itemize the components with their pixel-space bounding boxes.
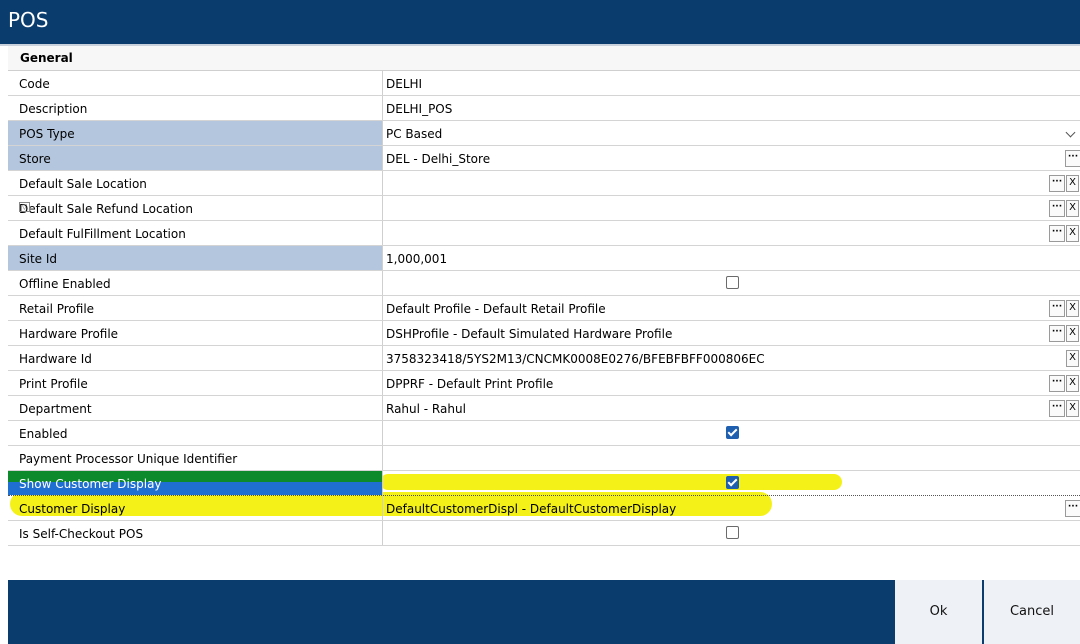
- ok-button[interactable]: Ok: [895, 580, 982, 644]
- store-lookup-button[interactable]: ···: [1065, 150, 1080, 167]
- default-sale-location-clear-button[interactable]: X: [1066, 175, 1079, 192]
- field-label: Is Self-Checkout POS: [8, 521, 383, 545]
- department-field[interactable]: Rahul - Rahul ··· X: [383, 396, 1080, 420]
- description-field[interactable]: DELHI_POS: [383, 96, 1080, 120]
- row-code[interactable]: Code DELHI: [8, 71, 1080, 96]
- print-profile-field[interactable]: DPPRF - Default Print Profile ··· X: [383, 371, 1080, 395]
- default-sale-location-lookup-button[interactable]: ···: [1049, 175, 1065, 192]
- default-fulfillment-location-field[interactable]: ··· X: [383, 221, 1080, 245]
- field-label: Code: [8, 71, 383, 95]
- offline-enabled-checkbox[interactable]: [726, 276, 739, 289]
- row-is-self-checkout-pos[interactable]: Is Self-Checkout POS: [8, 521, 1080, 546]
- field-label: Description: [8, 96, 383, 120]
- row-site-id[interactable]: Site Id 1,000,001: [8, 246, 1080, 271]
- field-label: Department: [8, 396, 383, 420]
- show-customer-display-checkbox[interactable]: [726, 476, 739, 489]
- field-label: Site Id: [8, 246, 383, 270]
- hardware-profile-lookup-button[interactable]: ···: [1049, 325, 1065, 342]
- is-self-checkout-pos-checkbox[interactable]: [726, 526, 739, 539]
- property-grid: General Code DELHI Description DELHI_POS…: [8, 46, 1080, 546]
- enabled-cell: [383, 421, 1080, 445]
- window-titlebar: POS: [0, 0, 1080, 44]
- field-label: Show Customer Display: [8, 471, 383, 495]
- row-show-customer-display[interactable]: Show Customer Display: [8, 471, 1080, 496]
- hardware-id-clear-button[interactable]: X: [1066, 350, 1079, 367]
- store-field[interactable]: DEL - Delhi_Store ···: [383, 146, 1080, 170]
- row-default-sale-refund-location[interactable]: Default Sale Refund Location ▽ ··· X: [8, 196, 1080, 221]
- hardware-id-field[interactable]: 3758323418/5YS2M13/CNCMK0008E0276/BFEBFB…: [383, 346, 1080, 370]
- code-field[interactable]: DELHI: [383, 71, 1080, 95]
- row-offline-enabled[interactable]: Offline Enabled: [8, 271, 1080, 296]
- offline-enabled-cell: [383, 271, 1080, 295]
- row-default-sale-location[interactable]: Default Sale Location ··· X: [8, 171, 1080, 196]
- row-customer-display[interactable]: Customer Display DefaultCustomerDispl - …: [8, 496, 1080, 521]
- print-profile-lookup-button[interactable]: ···: [1049, 375, 1065, 392]
- field-label: POS Type: [8, 121, 383, 145]
- default-sale-refund-location-field[interactable]: ··· X: [383, 196, 1080, 220]
- site-id-field[interactable]: 1,000,001: [383, 246, 1080, 270]
- customer-display-field[interactable]: DefaultCustomerDispl - DefaultCustomerDi…: [383, 496, 1080, 520]
- field-label: Default FulFillment Location: [8, 221, 383, 245]
- field-label: Print Profile: [8, 371, 383, 395]
- field-label: Store: [8, 146, 383, 170]
- filter-icon[interactable]: ▽: [19, 202, 30, 212]
- row-default-fulfillment-location[interactable]: Default FulFillment Location ··· X: [8, 221, 1080, 246]
- default-sale-refund-location-lookup-button[interactable]: ···: [1049, 200, 1065, 217]
- field-label: Hardware Id: [8, 346, 383, 370]
- cancel-button[interactable]: Cancel: [984, 580, 1080, 644]
- window-title: POS: [8, 8, 49, 32]
- hardware-profile-field[interactable]: DSHProfile - Default Simulated Hardware …: [383, 321, 1080, 345]
- default-sale-refund-location-clear-button[interactable]: X: [1066, 200, 1079, 217]
- row-payment-processor-uid[interactable]: Payment Processor Unique Identifier: [8, 446, 1080, 471]
- retail-profile-field[interactable]: Default Profile - Default Retail Profile…: [383, 296, 1080, 320]
- show-customer-display-cell: [383, 471, 1080, 495]
- field-label: Retail Profile: [8, 296, 383, 320]
- default-sale-location-field[interactable]: ··· X: [383, 171, 1080, 195]
- row-retail-profile[interactable]: Retail Profile Default Profile - Default…: [8, 296, 1080, 321]
- default-fulfillment-location-clear-button[interactable]: X: [1066, 225, 1079, 242]
- row-print-profile[interactable]: Print Profile DPPRF - Default Print Prof…: [8, 371, 1080, 396]
- enabled-checkbox[interactable]: [726, 426, 739, 439]
- row-hardware-id[interactable]: Hardware Id 3758323418/5YS2M13/CNCMK0008…: [8, 346, 1080, 371]
- hardware-profile-clear-button[interactable]: X: [1066, 325, 1079, 342]
- department-clear-button[interactable]: X: [1066, 400, 1079, 417]
- row-pos-type[interactable]: POS Type PC Based: [8, 121, 1080, 146]
- section-title: General: [20, 51, 73, 65]
- default-fulfillment-location-lookup-button[interactable]: ···: [1049, 225, 1065, 242]
- payment-processor-uid-field[interactable]: [383, 446, 1080, 470]
- pos-type-select[interactable]: PC Based: [383, 121, 1080, 145]
- field-label: Offline Enabled: [8, 271, 383, 295]
- field-label: Hardware Profile: [8, 321, 383, 345]
- retail-profile-lookup-button[interactable]: ···: [1049, 300, 1065, 317]
- customer-display-lookup-button[interactable]: ···: [1065, 500, 1080, 517]
- row-enabled[interactable]: Enabled: [8, 421, 1080, 446]
- row-store[interactable]: Store DEL - Delhi_Store ···: [8, 146, 1080, 171]
- field-label: Default Sale Refund Location ▽: [8, 196, 383, 220]
- field-label: Enabled: [8, 421, 383, 445]
- retail-profile-clear-button[interactable]: X: [1066, 300, 1079, 317]
- row-hardware-profile[interactable]: Hardware Profile DSHProfile - Default Si…: [8, 321, 1080, 346]
- field-label: Customer Display: [8, 496, 383, 520]
- print-profile-clear-button[interactable]: X: [1066, 375, 1079, 392]
- section-header-general[interactable]: General: [8, 46, 1080, 71]
- field-label: Payment Processor Unique Identifier: [8, 446, 383, 470]
- chevron-down-icon[interactable]: [1065, 127, 1076, 138]
- row-department[interactable]: Department Rahul - Rahul ··· X: [8, 396, 1080, 421]
- field-label: Default Sale Location: [8, 171, 383, 195]
- dialog-footer: Ok Cancel: [8, 580, 1080, 644]
- department-lookup-button[interactable]: ···: [1049, 400, 1065, 417]
- is-self-checkout-pos-cell: [383, 521, 1080, 545]
- row-description[interactable]: Description DELHI_POS: [8, 96, 1080, 121]
